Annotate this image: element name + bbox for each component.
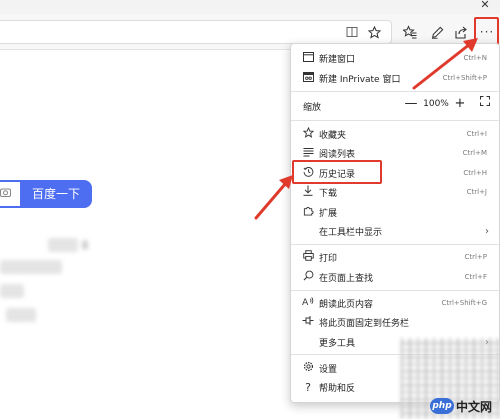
menu-item-label: 朗读此页内容 [319,299,374,310]
menu-item-label: 帮助和反 [319,383,356,394]
menu-divider [291,290,499,291]
menu-item-downloads[interactable]: 下载 Ctrl+J [291,181,499,203]
pen-icon[interactable] [427,22,447,42]
printer-icon [301,250,315,264]
zoom-out-button[interactable]: — [404,97,418,111]
menu-item-show-in-toolbar[interactable]: 在工具栏中显示 › [291,220,499,242]
read-aloud-icon: A [301,296,315,310]
menu-item-label: 阅读列表 [319,149,356,160]
baidu-search-button[interactable]: 百度一下 [20,180,92,208]
pin-icon [301,315,315,329]
extensions-puzzle-icon [301,205,315,219]
favorites-bar-icon[interactable] [400,22,420,42]
window-close-button[interactable]: ✕ [476,0,494,13]
history-highlight-box [292,160,382,184]
blurred-text [48,238,78,252]
menu-item-shortcut: Ctrl+Shift+G [441,299,487,307]
menu-item-shortcut: Ctrl+P [464,253,487,261]
menu-item-find-on-page[interactable]: 在页面上查找 Ctrl+F [291,266,499,288]
menu-item-shortcut: Ctrl+M [462,149,487,157]
menu-item-label: 在工具栏中显示 [319,227,383,238]
menu-divider [291,244,499,245]
menu-item-label: 新建窗口 [319,54,356,65]
menu-divider [291,91,499,92]
svg-text:A: A [302,297,309,307]
menu-item-shortcut: Ctrl+N [463,54,487,62]
favorites-star-icon [301,126,315,141]
more-button-highlight-box [474,17,499,45]
reader-view-icon[interactable] [342,22,362,42]
chevron-right-icon: › [485,225,489,237]
menu-item-label: 扩展 [319,208,338,219]
menu-item-new-window[interactable]: 新建窗口 Ctrl+N [291,47,499,69]
zoom-level: 100% [423,99,449,109]
favorite-star-icon[interactable] [364,22,384,42]
menu-item-label: 设置 [319,364,338,375]
menu-item-pin-taskbar[interactable]: 将此页面固定到任务栏 [291,311,499,333]
menu-item-zoom: 缩放 [291,95,499,117]
menu-item-label: 新建 InPrivate 窗口 [319,74,401,85]
php-cn-watermark-logo: php 中文网 [430,396,498,416]
blurred-text [82,240,88,250]
menu-item-shortcut: Ctrl+I [466,130,487,138]
watermark-badge: php [430,398,454,414]
menu-item-new-inprivate[interactable]: 新建 InPrivate 窗口 Ctrl+Shift+P [291,67,499,89]
help-question-icon: ? [305,380,311,394]
arrow-to-history [254,175,293,220]
menu-item-label: 缩放 [303,102,322,113]
zoom-in-button[interactable]: + [453,97,467,111]
menu-item-label: 下载 [319,188,338,199]
new-window-icon [301,51,315,65]
menu-item-shortcut: Ctrl+H [463,169,487,177]
camera-icon[interactable] [0,187,12,199]
menu-item-label: 打印 [319,253,338,264]
menu-item-label: 将此页面固定到任务栏 [319,318,410,329]
share-icon[interactable] [451,22,471,42]
menu-item-shortcut: Ctrl+Shift+P [442,74,487,82]
watermark-text: 中文网 [456,399,493,414]
blurred-text [0,284,24,298]
blurred-text [6,308,36,322]
blurred-text [0,260,62,274]
menu-item-label: 收藏夹 [319,130,347,141]
reading-list-icon [301,147,315,160]
menu-divider [291,120,499,121]
address-bar[interactable] [0,20,392,44]
menu-item-print[interactable]: 打印 Ctrl+P [291,246,499,268]
download-icon [301,185,315,199]
menu-item-label: 在页面上查找 [319,273,374,284]
inprivate-window-icon [301,71,315,85]
search-icon [301,270,315,284]
menu-item-shortcut: Ctrl+F [464,273,487,281]
fullscreen-icon[interactable] [478,96,492,110]
gear-icon [301,361,315,375]
title-bar [0,0,500,14]
menu-item-label: 更多工具 [319,338,356,349]
menu-item-shortcut: Ctrl+J [466,188,487,196]
